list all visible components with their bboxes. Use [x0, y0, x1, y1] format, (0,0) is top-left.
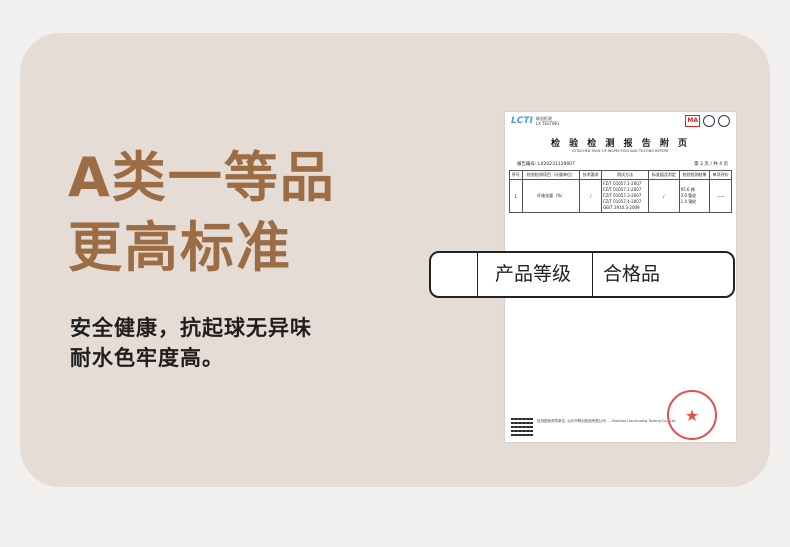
table-cell: / — [647, 179, 680, 213]
report-subtitle: ATTACHED PAGE OF INSPECTION AND TESTING … — [572, 149, 669, 153]
table-cell: 纤维含量（%） — [521, 179, 581, 213]
ilac-seal-icon — [703, 115, 715, 127]
divider — [477, 253, 478, 296]
headline-line-1: A类一等品 — [68, 146, 336, 209]
table-header: 单项评价 — [709, 170, 732, 180]
table-cell: 1 — [509, 179, 523, 213]
report-table: 序号 检验检测项目（计量单位） 技术要求 测试方法 标准值及判定 检验检测结果 … — [509, 170, 732, 213]
subtitle-line-2: 耐水色牢度高。 — [70, 346, 224, 370]
lab-name-en: LX TESTING — [535, 121, 560, 126]
certification-marks: MA — [685, 115, 730, 127]
table-header: 技术要求 — [579, 170, 603, 180]
table-cell: / — [579, 179, 603, 213]
table-cell: FZ/T 01057.1-2007 FZ/T 01057.2-2007 FZ/T… — [601, 179, 649, 213]
headline-line-2: 更高标准 — [68, 216, 292, 279]
table-row: 1 纤维含量（%） / FZ/T 01057.1-2007 FZ/T 01057… — [509, 179, 732, 213]
table-header: 序号 — [509, 170, 523, 180]
table-header: 标准值及判定 — [647, 170, 680, 180]
table-header: 检验检测结果 — [678, 170, 711, 180]
cma-icon: MA — [685, 115, 700, 127]
official-stamp: ★ — [667, 390, 717, 440]
grade-label: 产品等级 — [495, 263, 572, 285]
table-cell: 95.6 棉 3.0 氨纶 1.4 锦纶 — [678, 179, 711, 213]
grade-label-bar: 产品等级 合格品 — [429, 251, 735, 298]
report-page: 第 2 页 / 共 4 页 — [694, 162, 728, 167]
table-header: 测试方法 — [601, 170, 649, 180]
report-number: 报告编号: LX20231129007 — [517, 162, 576, 167]
table-header: 检验检测项目（计量单位） — [521, 170, 581, 180]
grade-value: 合格品 — [603, 263, 661, 285]
lab-mark: LCTI — [511, 116, 533, 126]
lab-logo: LCTI 联创检测 LX TESTING — [511, 116, 559, 126]
divider — [592, 253, 593, 296]
report-title: 检 验 检 测 报 告 附 页 — [551, 139, 690, 149]
cnas-seal-icon — [718, 115, 730, 127]
qr-code-icon — [511, 416, 533, 438]
report-meta: 报告编号: LX20231129007 第 2 页 / 共 4 页 — [517, 161, 728, 167]
table-cell: —— — [709, 179, 732, 213]
subtitle-line-1: 安全健康，抗起球无异味 — [70, 316, 312, 340]
